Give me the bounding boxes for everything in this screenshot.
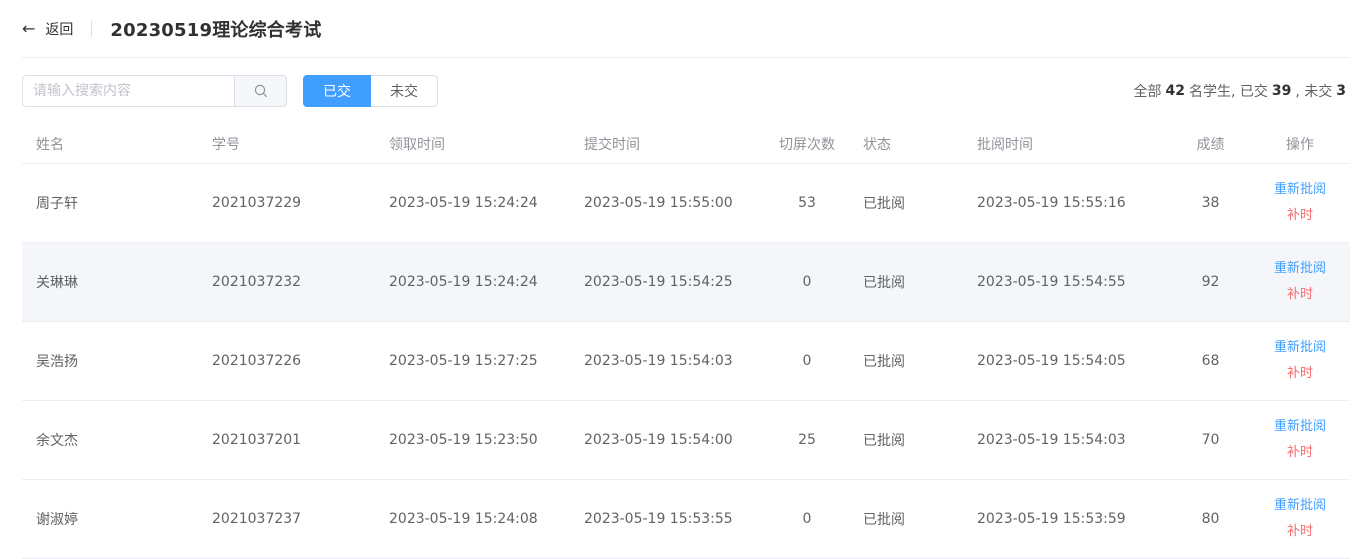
summary-prefix: 全部 (1133, 84, 1162, 100)
summary-mid: 名学生, 已交 (1188, 84, 1268, 100)
cell-screen-switches: 53 (765, 163, 849, 243)
header-divider (91, 20, 93, 37)
extend-time-link[interactable]: 补时 (1250, 361, 1350, 387)
col-header-status: 状态 (849, 125, 963, 164)
cell-graded-time: 2023-05-19 15:54:55 (963, 242, 1171, 322)
cell-status: 已批阅 (849, 321, 963, 401)
student-table: 姓名 学号 领取时间 提交时间 切屏次数 状态 批阅时间 成绩 操作 周子轩 2… (22, 125, 1350, 559)
cell-submitted-time: 2023-05-19 15:54:25 (570, 242, 765, 322)
cell-status: 已批阅 (849, 242, 963, 322)
cell-student-id: 2021037237 (198, 479, 375, 559)
regrade-link[interactable]: 重新批阅 (1250, 177, 1350, 203)
cell-graded-time: 2023-05-19 15:53:59 (963, 479, 1171, 559)
summary-sep: , 未交 (1295, 84, 1333, 100)
col-header-screen-switches: 切屏次数 (765, 125, 849, 164)
table-row: 关琳琳 2021037232 2023-05-19 15:24:24 2023-… (22, 242, 1350, 322)
toolbar: 已交 未交 全部 42 名学生, 已交 39 , 未交 3 (22, 75, 1350, 107)
cell-screen-switches: 0 (765, 479, 849, 559)
submission-summary: 全部 42 名学生, 已交 39 , 未交 3 (1133, 75, 1350, 107)
cell-student-id: 2021037201 (198, 400, 375, 480)
cell-screen-switches: 25 (765, 400, 849, 480)
cell-score: 68 (1171, 321, 1250, 401)
cell-graded-time: 2023-05-19 15:55:16 (963, 163, 1171, 243)
cell-screen-switches: 0 (765, 242, 849, 322)
search-icon (254, 84, 267, 97)
page-header: ← 返回 20230519理论综合考试 (22, 0, 1350, 58)
col-header-received-time: 领取时间 (375, 125, 570, 164)
extend-time-link[interactable]: 补时 (1250, 203, 1350, 229)
submission-filter: 已交 未交 (303, 75, 438, 107)
extend-time-link[interactable]: 补时 (1250, 519, 1350, 545)
back-button[interactable]: ← 返回 (22, 19, 73, 39)
regrade-link[interactable]: 重新批阅 (1250, 414, 1350, 440)
cell-status: 已批阅 (849, 400, 963, 480)
cell-received-time: 2023-05-19 15:24:24 (375, 242, 570, 322)
cell-actions: 重新批阅 补时 (1250, 242, 1350, 322)
cell-received-time: 2023-05-19 15:27:25 (375, 321, 570, 401)
table-row: 谢淑婷 2021037237 2023-05-19 15:24:08 2023-… (22, 479, 1350, 559)
table-row: 余文杰 2021037201 2023-05-19 15:23:50 2023-… (22, 400, 1350, 480)
regrade-link[interactable]: 重新批阅 (1250, 256, 1350, 282)
cell-graded-time: 2023-05-19 15:54:05 (963, 321, 1171, 401)
filter-submitted-button[interactable]: 已交 (303, 75, 371, 107)
col-header-graded-time: 批阅时间 (963, 125, 1171, 164)
cell-submitted-time: 2023-05-19 15:55:00 (570, 163, 765, 243)
page-title: 20230519理论综合考试 (110, 19, 322, 41)
cell-screen-switches: 0 (765, 321, 849, 401)
cell-name: 吴浩扬 (22, 321, 198, 401)
cell-name: 余文杰 (22, 400, 198, 480)
cell-graded-time: 2023-05-19 15:54:03 (963, 400, 1171, 480)
col-header-actions: 操作 (1250, 125, 1350, 164)
summary-total-count: 42 (1165, 83, 1185, 99)
cell-status: 已批阅 (849, 163, 963, 243)
search-button[interactable] (234, 75, 287, 107)
search-input[interactable] (22, 75, 234, 107)
extend-time-link[interactable]: 补时 (1250, 440, 1350, 466)
cell-received-time: 2023-05-19 15:23:50 (375, 400, 570, 480)
cell-actions: 重新批阅 补时 (1250, 321, 1350, 401)
summary-unsubmitted-count: 3 (1336, 83, 1346, 99)
arrow-left-icon: ← (22, 18, 36, 38)
summary-submitted-count: 39 (1271, 83, 1292, 99)
cell-score: 92 (1171, 242, 1250, 322)
cell-score: 80 (1171, 479, 1250, 559)
table-row: 吴浩扬 2021037226 2023-05-19 15:27:25 2023-… (22, 321, 1350, 401)
cell-received-time: 2023-05-19 15:24:08 (375, 479, 570, 559)
cell-student-id: 2021037232 (198, 242, 375, 322)
cell-actions: 重新批阅 补时 (1250, 400, 1350, 480)
col-header-score: 成绩 (1171, 125, 1250, 164)
back-label: 返回 (45, 21, 74, 38)
cell-received-time: 2023-05-19 15:24:24 (375, 163, 570, 243)
cell-status: 已批阅 (849, 479, 963, 559)
cell-actions: 重新批阅 补时 (1250, 163, 1350, 243)
regrade-link[interactable]: 重新批阅 (1250, 335, 1350, 361)
table-row: 周子轩 2021037229 2023-05-19 15:24:24 2023-… (22, 163, 1350, 243)
cell-submitted-time: 2023-05-19 15:53:55 (570, 479, 765, 559)
cell-name: 谢淑婷 (22, 479, 198, 559)
cell-submitted-time: 2023-05-19 15:54:00 (570, 400, 765, 480)
cell-student-id: 2021037229 (198, 163, 375, 243)
cell-actions: 重新批阅 补时 (1250, 479, 1350, 559)
cell-name: 关琳琳 (22, 242, 198, 322)
cell-student-id: 2021037226 (198, 321, 375, 401)
table-header-row: 姓名 学号 领取时间 提交时间 切屏次数 状态 批阅时间 成绩 操作 (22, 125, 1350, 164)
regrade-link[interactable]: 重新批阅 (1250, 493, 1350, 519)
cell-score: 70 (1171, 400, 1250, 480)
cell-score: 38 (1171, 163, 1250, 243)
cell-name: 周子轩 (22, 163, 198, 243)
col-header-student-id: 学号 (198, 125, 375, 164)
extend-time-link[interactable]: 补时 (1250, 282, 1350, 308)
col-header-submitted-time: 提交时间 (570, 125, 765, 164)
filter-unsubmitted-button[interactable]: 未交 (371, 75, 438, 107)
col-header-name: 姓名 (22, 125, 198, 164)
cell-submitted-time: 2023-05-19 15:54:03 (570, 321, 765, 401)
